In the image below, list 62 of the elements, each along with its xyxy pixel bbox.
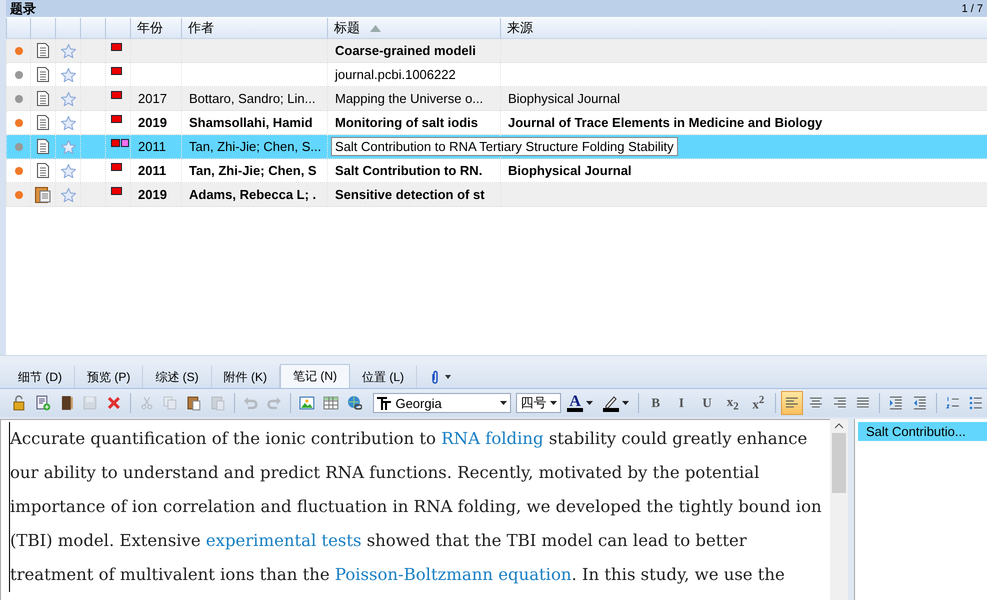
column-header[interactable]: 标题	[334, 19, 360, 37]
table-cell: Sensitive detection of st	[335, 187, 485, 202]
table-cell: 2019	[138, 115, 167, 130]
link[interactable]: RNA folding	[441, 429, 544, 448]
scrollbar[interactable]	[830, 419, 848, 600]
star-icon[interactable]	[60, 188, 76, 202]
table-cell: Biophysical Journal	[508, 91, 620, 106]
table-cell: 2011	[138, 139, 166, 154]
caret-icon[interactable]	[445, 375, 452, 379]
tab[interactable]: 笔记 (N)	[280, 364, 350, 388]
table-cell: Coarse-grained modeli	[335, 43, 476, 58]
format-button[interactable]: x$^{2}$	[746, 392, 770, 414]
table-cell: Biophysical Journal	[508, 163, 632, 178]
star-icon[interactable]	[60, 140, 76, 154]
table-cell: journal.pcbi.1006222	[335, 67, 456, 82]
caret-icon[interactable]	[586, 401, 593, 405]
table-cell: Tan, Zhi-Jie; Chen, S...	[189, 139, 322, 154]
table-row[interactable]: 2017 Bottaro, Sandro; Lin... Mapping the Universe o... Biophysical Journal	[6, 87, 987, 111]
table-row[interactable]: 2019 Adams, Rebecca L; . Sensitive detection of st	[6, 183, 987, 207]
font-color-button[interactable]: A	[567, 394, 583, 412]
table-cell: Journal of Trace Elements in Medicine and Biology	[508, 115, 822, 130]
star-icon[interactable]	[60, 92, 76, 106]
table-cell: Salt Contribution to RN.	[335, 163, 482, 178]
font-size-select[interactable]: 四号	[516, 393, 562, 413]
format-button[interactable]: x$_{2}$	[720, 392, 745, 414]
font-select[interactable]: Georgia	[373, 393, 512, 413]
column-header[interactable]: 来源	[507, 19, 533, 37]
table-cell: 2011	[138, 163, 166, 178]
caret-icon[interactable]	[500, 401, 508, 405]
table-cell: Mapping the Universe o...	[335, 91, 484, 106]
table-cell: 2017	[138, 91, 167, 106]
column-header[interactable]: 年份	[137, 19, 163, 37]
table-cell: Shamsollahi, Hamid	[189, 115, 313, 130]
link[interactable]: experimental tests	[206, 531, 362, 550]
star-icon[interactable]	[60, 44, 76, 58]
highlighter-icon[interactable]	[602, 394, 619, 412]
title-edit-field[interactable]: Salt Contribution to RNA Tertiary Structure Folding Stability	[331, 137, 678, 156]
caret-icon[interactable]	[550, 401, 558, 405]
font-type-icon	[377, 396, 392, 410]
table-cell: 2019	[138, 187, 167, 202]
link[interactable]: Poisson-Boltzmann equation	[334, 565, 572, 584]
page-counter: 1 / 7	[962, 2, 983, 14]
table-cell: Bottaro, Sandro; Lin...	[189, 91, 316, 106]
star-icon[interactable]	[60, 116, 76, 130]
star-icon[interactable]	[60, 68, 76, 82]
column-header[interactable]: 作者	[188, 19, 214, 37]
table-row[interactable]: Coarse-grained modeli	[6, 39, 987, 63]
format-button[interactable]: U	[695, 392, 719, 414]
note-list-item[interactable]: Salt Contributio...	[858, 422, 987, 441]
caret-icon[interactable]	[622, 401, 629, 405]
table-cell: Tan, Zhi-Jie; Chen, S	[189, 163, 317, 178]
scroll-up-icon[interactable]	[835, 423, 843, 429]
format-button[interactable]: B	[644, 392, 668, 414]
table-cell: Monitoring of salt iodis	[335, 115, 478, 130]
table-cell: Adams, Rebecca L; .	[189, 187, 316, 202]
paperclip-icon[interactable]	[431, 370, 440, 384]
table-row[interactable]: 2011 Tan, Zhi-Jie; Chen, S... Salt Contribution to RNA Tertiary Structure Folding Stability	[6, 135, 987, 159]
panel-title: 题录	[10, 0, 36, 18]
align-left-icon[interactable]	[781, 391, 803, 415]
note-paragraph: Accurate quantification of the ionic contribution to RNA folding stability could greatly enhance our ability to understand and predict RNA functions. Recently, motivated by the potential importance of ion correlation and fluctuation in RNA folding, we developed the tightly bound ion (TBI) model. Extensive experimental tests showed that the TBI model can lead to better treatment of multivalent ions than the Poisson-Boltzmann equation. In this study, we use the	[9, 422, 824, 592]
format-button[interactable]: I	[670, 392, 694, 414]
star-icon[interactable]	[60, 164, 76, 178]
